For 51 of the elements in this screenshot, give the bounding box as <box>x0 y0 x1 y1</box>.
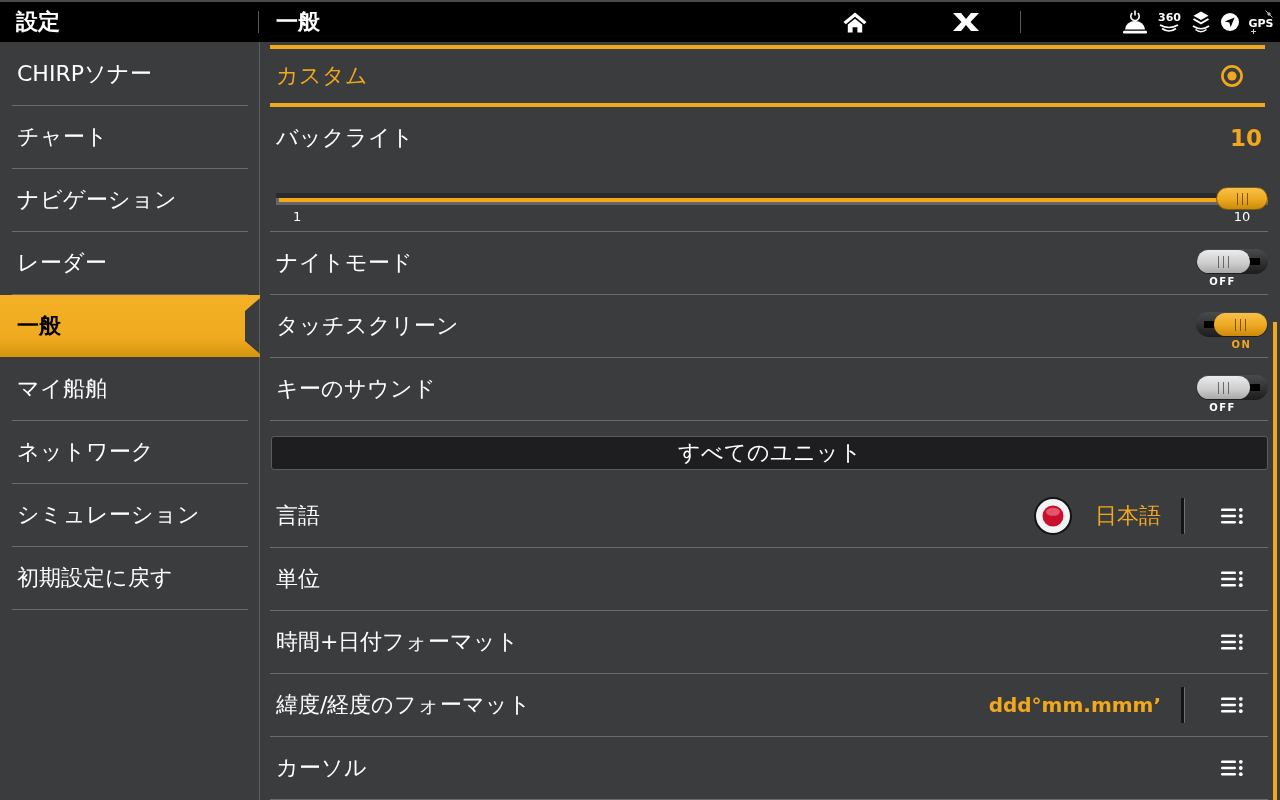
radio-icon[interactable] <box>1221 65 1243 87</box>
toggle-state-label: OFF <box>1208 403 1237 413</box>
power-dome-icon[interactable] <box>1122 10 1148 34</box>
setting-value: 10 <box>1230 124 1262 153</box>
setting-value: 日本語 <box>1095 502 1161 530</box>
setting-label[interactable]: 時間+日付フォーマット <box>276 628 520 656</box>
waves-icon[interactable] <box>1158 23 1181 33</box>
sidebar-item[interactable]: CHIRPソナー <box>0 43 259 105</box>
setting-label: キーのサウンド <box>276 375 436 403</box>
sidebar-item[interactable]: ネットワーク <box>0 421 259 483</box>
setting-value: ddd°mm.mmm’ <box>988 693 1161 717</box>
setting-label[interactable]: 緯度/経度のフォーマット <box>276 691 532 719</box>
menu-icon[interactable] <box>1221 759 1243 777</box>
section-header: すべてのユニット <box>271 436 1268 470</box>
slider-thumb[interactable] <box>1216 187 1268 210</box>
sidebar-item[interactable]: レーダー <box>0 232 259 294</box>
flag-icon <box>1034 497 1072 535</box>
setting-label[interactable]: カスタム <box>276 62 368 90</box>
toggle-switch[interactable] <box>1196 312 1268 337</box>
slider-min-label: 1 <box>293 210 302 223</box>
sidebar-item[interactable]: マイ船舶 <box>0 358 259 420</box>
scrollbar-thumb[interactable] <box>1273 322 1277 800</box>
setting-label: バックライト <box>276 125 414 152</box>
toggle-state-label: OFF <box>1208 277 1237 287</box>
settings-title: 設定 <box>16 9 60 35</box>
satellite-icon <box>1264 10 1273 18</box>
toggle-switch[interactable] <box>1196 249 1268 274</box>
sidebar-item[interactable]: ナビゲーション <box>0 169 259 231</box>
sidebar-item[interactable]: シミュレーション <box>0 484 259 546</box>
menu-icon[interactable] <box>1221 507 1243 525</box>
setting-label[interactable]: 言語 <box>276 502 320 530</box>
toggle-state-label: ON <box>1230 340 1253 350</box>
menu-icon[interactable] <box>1221 633 1243 651</box>
setting-label[interactable]: 単位 <box>276 565 320 593</box>
menu-icon[interactable] <box>1221 570 1243 588</box>
sidebar-item[interactable]: 初期設定に戻す <box>0 547 259 609</box>
menu-icon[interactable] <box>1221 696 1243 714</box>
sonar-label[interactable]: 360 <box>1158 11 1181 23</box>
gps-label[interactable]: GPS <box>1248 18 1274 29</box>
setting-label[interactable]: カーソル <box>276 754 367 782</box>
home-icon[interactable] <box>843 11 867 33</box>
setting-label: ナイトモード <box>276 249 413 277</box>
page-title: 一般 <box>276 9 321 35</box>
slider-max-label: 10 <box>1232 210 1252 223</box>
plus-icon <box>1250 29 1256 34</box>
close-icon[interactable] <box>953 13 979 31</box>
layers-waves-icon[interactable] <box>1190 10 1211 34</box>
setting-label: タッチスクリーン <box>276 312 459 340</box>
sidebar-item[interactable]: チャート <box>0 106 259 168</box>
sidebar-item[interactable]: 一般 <box>0 295 260 357</box>
toggle-switch[interactable] <box>1196 375 1268 400</box>
